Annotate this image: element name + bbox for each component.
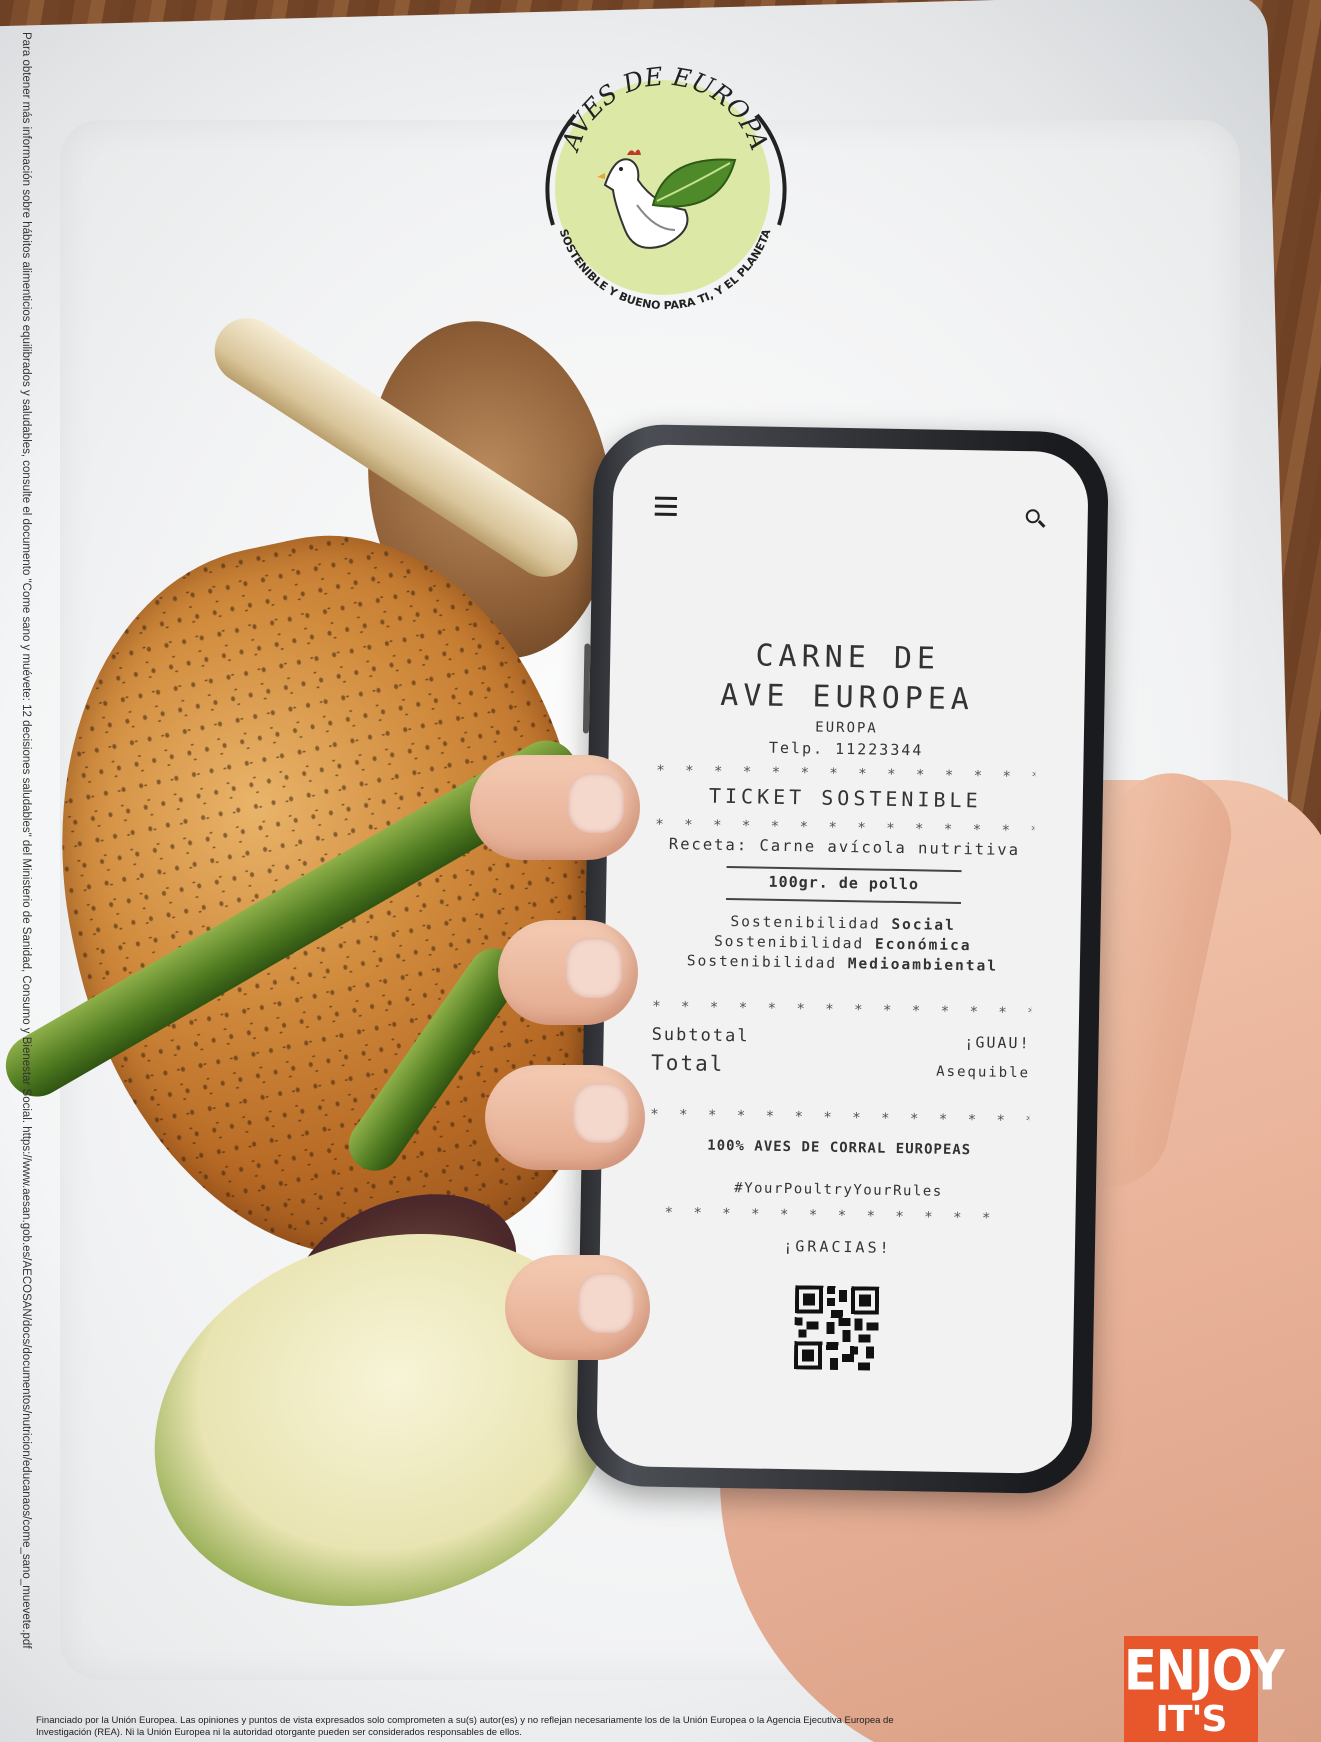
receipt-title-line2: AVE EUROPEA — [719, 677, 975, 718]
sustainability-prefix: Sostenibilidad — [713, 933, 865, 953]
sustainability-economic: Sostenibilidad Económica — [625, 932, 1060, 956]
leaf-icon — [651, 158, 737, 208]
badge-line2: IT'S FROM — [1134, 1699, 1250, 1742]
receipt-phone: Telp. 11223344 — [768, 738, 924, 760]
badge-line1: ENJOY — [1124, 1638, 1285, 1704]
disclaimer-line2: Investigación (REA). Ni la Unión Europea… — [36, 1727, 522, 1738]
phone-screen: CARNE DE AVE EUROPEA EUROPA Telp. 112233… — [596, 443, 1089, 1475]
sustainable-ticket: CARNE DE AVE EUROPEA EUROPA Telp. 112233… — [616, 444, 1068, 1451]
aves-de-europa-logo: AVES DE EUROPA SOSTENIBLE Y BUENO PARA T… — [535, 55, 795, 315]
stars-divider-5: * * * * * * * * * * * * * * * * * * * * … — [664, 1204, 1011, 1227]
logo-artwork: AVES DE EUROPA SOSTENIBLE Y BUENO PARA T… — [545, 62, 787, 312]
phone-side-button — [582, 643, 591, 734]
eu-funding-disclaimer: Financiado por la Unión Europea. Las opi… — [36, 1715, 1126, 1739]
smartphone: CARNE DE AVE EUROPEA EUROPA Telp. 112233… — [575, 423, 1110, 1495]
side-note-info: Para obtener más información sobre hábit… — [20, 32, 32, 1649]
sustainability-environmental: Sostenibilidad Medioambiental — [625, 952, 1060, 976]
finger-index — [470, 755, 640, 860]
ticket-label: TICKET SOSTENIBLE — [708, 783, 982, 813]
sustainability-value: Medioambiental — [847, 956, 999, 975]
thanks-line: ¡GRACIAS! — [783, 1237, 892, 1257]
total-row: Total Asequible — [651, 1051, 1030, 1082]
enjoy-its-from-europe-badge: ENJOY IT'S FROM — [1124, 1636, 1285, 1742]
finger-little — [505, 1255, 650, 1360]
finger-ring — [485, 1065, 645, 1170]
svg-text:AVES DE EUROPA: AVES DE EUROPA — [555, 62, 774, 156]
logo-arc-top: AVES DE EUROPA — [555, 62, 774, 156]
sustainability-value: Social — [891, 916, 956, 934]
sustainability-prefix: Sostenibilidad — [730, 914, 881, 933]
stars-divider-1: * * * * * * * * * * * * * * * * * * * * … — [656, 762, 1036, 786]
subtotal-row: Subtotal ¡GUAU! — [651, 1025, 1031, 1053]
stars-divider-3: * * * * * * * * * * * * * * * * * * * * … — [651, 998, 1032, 1022]
subtotal-label: Subtotal — [651, 1024, 750, 1047]
sustainability-social: Sostenibilidad Social — [626, 912, 1061, 936]
total-value: Asequible — [936, 1063, 1031, 1082]
origin-line: 100% AVES DE CORRAL EUROPEAS — [707, 1137, 972, 1159]
disclaimer-line1: Financiado por la Unión Europea. Las opi… — [36, 1715, 894, 1726]
portion-line: 100gr. de pollo — [768, 872, 920, 894]
hashtag: #YourPoultryYourRules — [734, 1180, 943, 1200]
stars-divider-4: * * * * * * * * * * * * * * * * * * * * … — [650, 1106, 1030, 1130]
rule-bottom — [726, 897, 962, 905]
receipt-title: CARNE DE AVE EUROPEA — [629, 634, 1065, 722]
total-label: Total — [650, 1050, 725, 1076]
finger-middle — [498, 920, 638, 1025]
rule-top — [726, 865, 962, 873]
qr-code-icon[interactable] — [793, 1285, 879, 1371]
sustainability-prefix: Sostenibilidad — [686, 953, 838, 972]
subtotal-value: ¡GUAU! — [964, 1033, 1031, 1053]
sustainability-value: Económica — [874, 936, 972, 955]
